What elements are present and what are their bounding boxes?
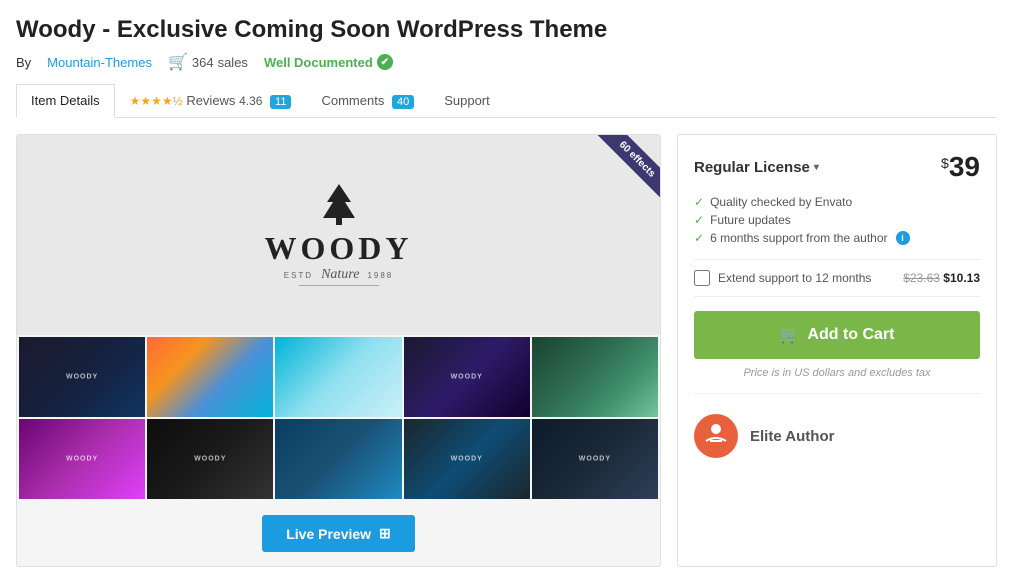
- extend-original-price: $23.63: [903, 271, 940, 285]
- tree-svg: [309, 182, 369, 227]
- thumbnails-grid: WOODY WOODY WOODY WOODY WOODY WOODY: [17, 335, 660, 501]
- currency-symbol: $: [941, 155, 949, 171]
- tab-support[interactable]: Support: [429, 84, 505, 117]
- rating-number: 4.36: [239, 94, 262, 108]
- add-to-cart-button[interactable]: 🛒 Add to Cart: [694, 311, 980, 359]
- cart-button-icon: 🛒: [779, 325, 799, 345]
- thumb-8: [275, 419, 401, 499]
- live-preview-button[interactable]: Live Preview ⊞: [262, 515, 415, 552]
- page-wrapper: Woody - Exclusive Coming Soon WordPress …: [0, 0, 1013, 583]
- thumb-3: [275, 337, 401, 417]
- well-documented-badge: Well Documented ✔: [264, 54, 393, 70]
- well-documented-check: ✔: [377, 54, 393, 70]
- thumb-5: [532, 337, 658, 417]
- extend-support-checkbox[interactable]: [694, 270, 710, 286]
- thumb-6: WOODY: [19, 419, 145, 499]
- price-value: 39: [949, 151, 980, 182]
- info-icon[interactable]: i: [896, 231, 910, 245]
- tab-comments[interactable]: Comments 40: [306, 84, 429, 117]
- ribbon-label: 60 effects: [598, 135, 660, 199]
- elite-author-row: Elite Author: [694, 408, 980, 458]
- cart-icon: 🛒: [168, 52, 188, 72]
- extend-support-row: Extend support to 12 months $23.63 $10.1…: [694, 259, 980, 297]
- price-display: $39: [941, 151, 980, 183]
- reviews-badge: 11: [270, 95, 291, 109]
- purchase-panel: Regular License ▾ $39 ✓ Quality checked …: [677, 134, 997, 567]
- ribbon-container: 60 effects: [570, 135, 660, 225]
- extend-support-price: $23.63 $10.13: [903, 271, 980, 285]
- review-stars: ★★★★½: [130, 94, 183, 108]
- live-preview-area: Live Preview ⊞: [17, 501, 660, 566]
- elite-badge: [694, 414, 738, 458]
- meta-bar: By Mountain-Themes 🛒 364 sales Well Docu…: [16, 52, 997, 72]
- author-link[interactable]: Mountain-Themes: [47, 55, 152, 70]
- thumb-1: WOODY: [19, 337, 145, 417]
- thumb-2: [147, 337, 273, 417]
- main-preview: WOODY ESTD Nature 1988: [17, 135, 660, 335]
- tab-item-details[interactable]: Item Details: [16, 84, 115, 118]
- thumb-10: WOODY: [532, 419, 658, 499]
- feature-1: ✓ Quality checked by Envato: [694, 195, 980, 209]
- license-label: Regular License ▾: [694, 159, 819, 176]
- check-icon-2: ✓: [694, 213, 704, 227]
- check-icon-3: ✓: [694, 231, 704, 245]
- license-row: Regular License ▾ $39: [694, 151, 980, 183]
- thumb-9: WOODY: [404, 419, 530, 499]
- thumb-4: WOODY: [404, 337, 530, 417]
- thumb-7: WOODY: [147, 419, 273, 499]
- extend-discounted-price: $10.13: [943, 271, 980, 285]
- sales-count: 364: [192, 55, 214, 70]
- content-area: 60 effects WOODY ESTD Nature: [16, 134, 997, 567]
- extend-support-label: Extend support to 12 months: [718, 271, 895, 285]
- license-dropdown-arrow[interactable]: ▾: [814, 162, 819, 173]
- tab-support-label: Support: [444, 93, 490, 108]
- panel-divider: [694, 393, 980, 394]
- sales-label: sales: [218, 55, 248, 70]
- features-list: ✓ Quality checked by Envato ✓ Future upd…: [694, 195, 980, 245]
- woody-logo: WOODY ESTD Nature 1988: [265, 182, 413, 288]
- nature-label: Nature: [321, 267, 359, 283]
- year-label: 1988: [367, 271, 393, 280]
- well-documented-text: Well Documented: [264, 55, 373, 70]
- author-by: By: [16, 55, 31, 70]
- tab-comments-label: Comments: [321, 93, 384, 108]
- page-title: Woody - Exclusive Coming Soon WordPress …: [16, 16, 997, 44]
- tab-reviews-label: Reviews: [186, 93, 235, 108]
- feature-3: ✓ 6 months support from the author i: [694, 231, 980, 245]
- elite-icon: [704, 421, 728, 451]
- check-icon-1: ✓: [694, 195, 704, 209]
- tab-reviews[interactable]: ★★★★½ Reviews 4.36 11: [115, 84, 307, 117]
- comments-badge: 40: [392, 95, 414, 109]
- sales-info: 🛒 364 sales: [168, 52, 248, 72]
- estd-label: ESTD: [284, 271, 313, 280]
- woody-brand-name: WOODY: [265, 230, 413, 267]
- elite-author-label: Elite Author: [750, 428, 834, 445]
- tabs-bar: Item Details ★★★★½ Reviews 4.36 11 Comme…: [16, 84, 997, 118]
- price-note: Price is in US dollars and excludes tax: [694, 367, 980, 379]
- feature-2: ✓ Future updates: [694, 213, 980, 227]
- add-to-cart-label: Add to Cart: [807, 326, 894, 344]
- preview-area: 60 effects WOODY ESTD Nature: [16, 134, 661, 567]
